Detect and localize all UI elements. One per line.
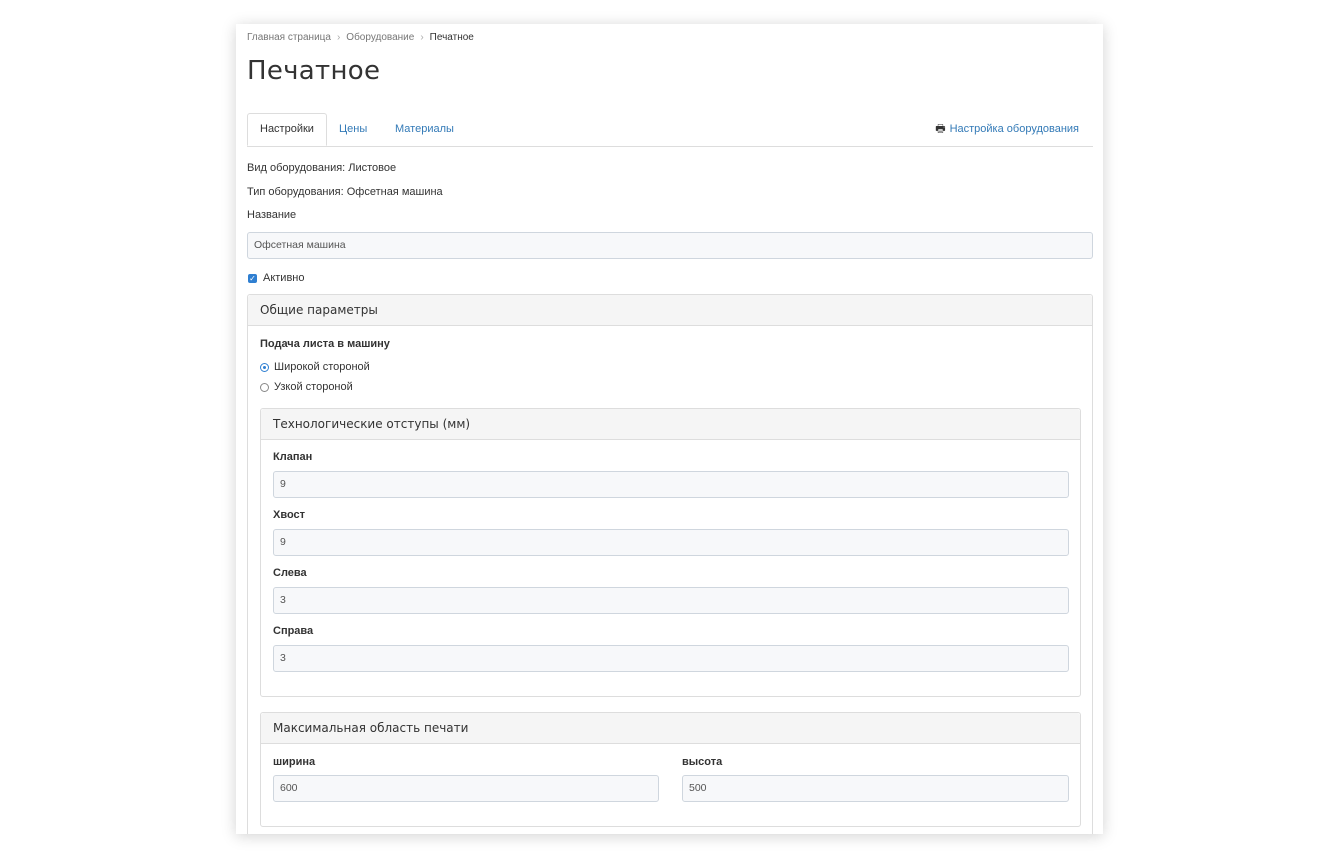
print-area-panel: Максимальная область печати ширина 600 в… <box>260 712 1081 827</box>
equipment-settings-link[interactable]: 🖶 Настройка оборудования <box>935 113 1079 146</box>
name-input[interactable]: Офсетная машина <box>247 232 1093 259</box>
height-input[interactable]: 500 <box>682 775 1069 802</box>
height-label: высота <box>682 756 723 768</box>
active-checkbox-label: Активно <box>263 272 305 284</box>
tab-materials[interactable]: Материалы <box>395 113 454 146</box>
feed-option-wide-label: Широкой стороной <box>274 361 370 373</box>
breadcrumb-equipment[interactable]: Оборудование <box>346 32 414 43</box>
tail-input[interactable]: 9 <box>273 529 1069 556</box>
right-margin-label: Справа <box>273 625 314 637</box>
breadcrumb-separator: › <box>420 32 424 43</box>
width-label: ширина <box>273 756 316 768</box>
valve-label: Клапан <box>273 451 313 463</box>
breadcrumb-separator: › <box>336 32 341 43</box>
page-title: Печатное <box>247 56 381 86</box>
radio-unselected[interactable] <box>260 383 269 392</box>
width-input[interactable]: 600 <box>273 775 659 802</box>
equipment-kind-text: Вид оборудования: Листовое <box>247 162 397 174</box>
printer-icon: 🖶 <box>935 123 946 135</box>
left-margin-label: Слева <box>273 567 307 579</box>
page-container: Главная страница › Оборудование › Печатное П… <box>236 24 1103 834</box>
right-margin-input[interactable]: 3 <box>273 645 1069 672</box>
sheet-feed-label: Подача листа в машину <box>260 338 390 350</box>
active-checkbox[interactable]: ✓ <box>248 274 257 283</box>
valve-input[interactable]: 9 <box>273 471 1069 498</box>
equipment-type-text: Тип оборудования: Офсетная машина <box>247 186 443 198</box>
radio-selected[interactable] <box>260 363 269 372</box>
margins-panel: Технологические отступы (мм) Клапан 9 Хв… <box>260 408 1081 697</box>
equipment-settings-label: Настройка оборудования <box>949 123 1079 135</box>
general-parameters-title: Общие параметры <box>248 295 1092 326</box>
breadcrumb-home[interactable]: Главная страница <box>247 32 331 43</box>
print-area-panel-title: Максимальная область печати <box>261 713 1080 744</box>
tab-bar: Настройки Цены Материалы 🖶 Настройка обор… <box>247 113 1093 147</box>
tab-prices[interactable]: Цены <box>339 113 367 146</box>
tab-settings[interactable]: Настройки <box>247 113 327 146</box>
general-parameters-panel: Общие параметры Подача листа в машину Ши… <box>247 294 1093 834</box>
tail-label: Хвост <box>273 509 306 521</box>
breadcrumb: Главная страница › Оборудование › Печатное <box>247 32 474 43</box>
breadcrumb-current: Печатное <box>429 32 474 43</box>
feed-option-narrow-label: Узкой стороной <box>274 381 353 393</box>
name-label: Название <box>247 209 297 221</box>
margins-panel-title: Технологические отступы (мм) <box>261 409 1080 440</box>
left-margin-input[interactable]: 3 <box>273 587 1069 614</box>
